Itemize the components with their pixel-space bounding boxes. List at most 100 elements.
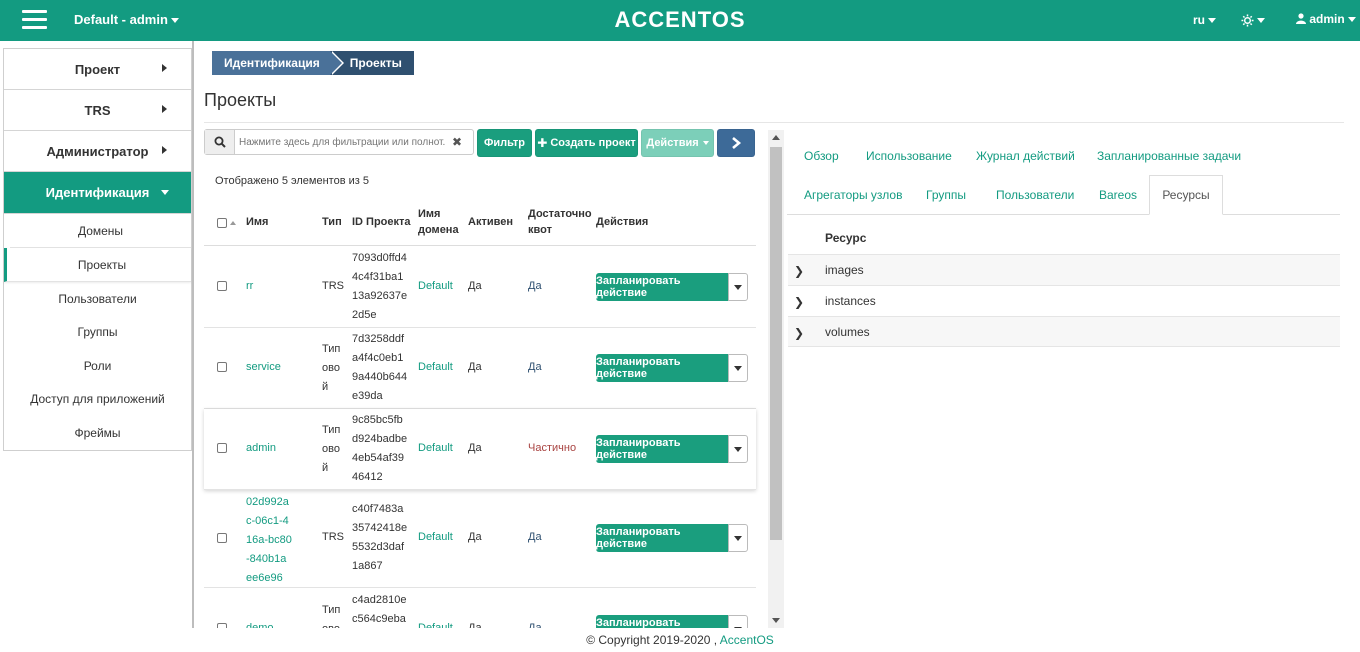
chevron-right-icon[interactable]: ❯ <box>794 264 804 278</box>
chevron-right-icon[interactable]: ❯ <box>794 295 804 309</box>
sidebar-item-users[interactable]: Пользователи <box>4 282 191 316</box>
tab-action-log[interactable]: Журнал действий <box>976 149 1075 163</box>
menu-icon[interactable] <box>22 10 47 30</box>
active-value: Да <box>468 361 482 373</box>
sidebar-item-label: Пользователи <box>58 291 137 306</box>
resource-row-instances[interactable]: ❯ instances <box>788 285 1340 316</box>
project-name-link[interactable]: 02d992ac-06c1-416a-bc80-840b1aee6e96 <box>246 493 292 588</box>
project-name-link[interactable]: demo <box>246 619 274 628</box>
column-id[interactable]: ID Проекта <box>352 214 411 230</box>
language-switcher[interactable]: ru <box>1193 13 1216 27</box>
quota-value[interactable]: Частично <box>528 439 576 458</box>
row-actions-dropdown[interactable] <box>728 435 748 463</box>
table-header: Имя Тип ID Проекта Имя домена Активен До… <box>204 200 756 246</box>
column-active[interactable]: Активен <box>468 214 513 230</box>
domain-link[interactable]: Default <box>418 619 453 628</box>
sort-icon[interactable] <box>230 221 236 225</box>
project-id: 9c85bc5fbd924badbe4eb54af3946412 <box>352 414 408 483</box>
scroll-down-icon[interactable] <box>772 618 780 623</box>
row-checkbox[interactable] <box>217 623 227 628</box>
caret-down-icon <box>734 535 742 541</box>
column-name[interactable]: Имя <box>246 214 268 230</box>
tab-overview[interactable]: Обзор <box>804 149 839 163</box>
sidebar-section-identity[interactable]: Идентификация <box>4 172 191 214</box>
sidebar-item-app-access[interactable]: Доступ для приложений <box>4 383 191 417</box>
sidebar-section-admin[interactable]: Администратор <box>4 131 191 172</box>
quota-value[interactable]: Да <box>528 619 542 628</box>
breadcrumb-identity[interactable]: Идентификация <box>212 51 344 75</box>
top-navbar: Default - admin ACCENTOS ru admin <box>0 0 1360 41</box>
sidebar-item-frames[interactable]: Фреймы <box>4 416 191 450</box>
create-project-label: Создать проект <box>550 137 636 149</box>
toggle-panel-button[interactable] <box>717 129 755 157</box>
project-name-link[interactable]: service <box>246 358 281 377</box>
row-actions-dropdown[interactable] <box>728 354 748 382</box>
sidebar-section-label: TRS <box>84 102 111 118</box>
select-all-checkbox[interactable] <box>217 218 227 228</box>
sidebar-section-label: Идентификация <box>45 185 150 200</box>
quota-value[interactable]: Да <box>528 277 542 296</box>
row-checkbox[interactable] <box>217 533 227 543</box>
sidebar-item-domains[interactable]: Домены <box>10 214 191 248</box>
schedule-action-group: Запланировать действие <box>596 273 748 301</box>
schedule-action-button[interactable]: Запланировать действие <box>596 435 728 463</box>
tab-host-aggregates[interactable]: Агрегаторы узлов <box>804 188 902 202</box>
project-type: Типовой <box>322 343 341 393</box>
sidebar-item-projects[interactable]: Проекты <box>4 248 191 282</box>
table-scrollbar[interactable] <box>768 130 784 628</box>
row-checkbox[interactable] <box>217 362 227 372</box>
caret-down-icon <box>734 284 742 290</box>
schedule-action-button[interactable]: Запланировать действие <box>596 273 728 301</box>
create-project-button[interactable]: ✚ Создать проект <box>535 129 638 157</box>
column-quota[interactable]: Достаточно квот <box>528 206 592 238</box>
quota-value[interactable]: Да <box>528 528 542 547</box>
actions-dropdown-button[interactable]: Действия <box>641 129 714 157</box>
resource-row-images[interactable]: ❯ images <box>788 254 1340 285</box>
user-menu[interactable]: admin <box>1296 12 1356 26</box>
tab-bareos[interactable]: Bareos <box>1099 188 1137 202</box>
project-name-link[interactable]: rr <box>246 277 253 296</box>
row-actions-dropdown[interactable] <box>728 273 748 301</box>
tab-users[interactable]: Пользователи <box>996 188 1074 202</box>
brand-logo-wrap: ACCENTOS <box>0 7 1360 33</box>
row-checkbox[interactable] <box>217 443 227 453</box>
column-type[interactable]: Тип <box>322 214 342 230</box>
tab-scheduled-tasks[interactable]: Запланированные задачи <box>1097 149 1241 163</box>
row-actions-dropdown[interactable] <box>728 524 748 552</box>
sidebar-item-label: Группы <box>77 325 118 340</box>
quota-value[interactable]: Да <box>528 358 542 377</box>
tab-groups[interactable]: Группы <box>926 188 966 202</box>
domain-link[interactable]: Default <box>418 358 453 377</box>
user-name: admin <box>1309 12 1345 26</box>
scrollbar-thumb[interactable] <box>770 147 782 540</box>
sidebar-item-label: Домены <box>77 223 124 238</box>
tab-usage[interactable]: Использование <box>866 149 952 163</box>
row-actions-dropdown[interactable] <box>728 615 748 628</box>
domain-link[interactable]: Default <box>418 439 453 458</box>
clear-icon[interactable]: ✖ <box>445 130 469 154</box>
active-value: Да <box>468 280 482 292</box>
chevron-right-icon[interactable]: ❯ <box>794 326 804 340</box>
domain-link[interactable]: Default <box>418 528 453 547</box>
domain-link[interactable]: Default <box>418 277 453 296</box>
sidebar-section-project[interactable]: Проект <box>4 49 191 90</box>
search-input[interactable] <box>235 130 445 154</box>
resource-row-volumes[interactable]: ❯ volumes <box>788 316 1340 347</box>
chevron-right-icon <box>162 105 167 113</box>
table-row: service Типовой 7d3258ddfa4f4c0eb19a440b… <box>204 328 756 409</box>
row-checkbox[interactable] <box>217 281 227 291</box>
column-domain[interactable]: Имя домена <box>418 206 462 238</box>
schedule-action-button[interactable]: Запланировать действие <box>596 354 728 382</box>
scroll-up-icon[interactable] <box>772 135 780 140</box>
schedule-action-button[interactable]: Запланировать действие <box>596 615 728 628</box>
project-switcher[interactable]: Default - admin <box>74 12 179 27</box>
sidebar-item-groups[interactable]: Группы <box>4 316 191 350</box>
project-name-link[interactable]: admin <box>246 439 276 458</box>
footer-link[interactable]: AccentOS <box>720 633 774 647</box>
sidebar-item-roles[interactable]: Роли <box>4 349 191 383</box>
theme-switcher[interactable] <box>1241 11 1265 27</box>
sidebar-section-trs[interactable]: TRS <box>4 90 191 131</box>
filter-button[interactable]: Фильтр <box>477 129 532 157</box>
tab-resources[interactable]: Ресурсы <box>1149 175 1223 215</box>
schedule-action-button[interactable]: Запланировать действие <box>596 524 728 552</box>
